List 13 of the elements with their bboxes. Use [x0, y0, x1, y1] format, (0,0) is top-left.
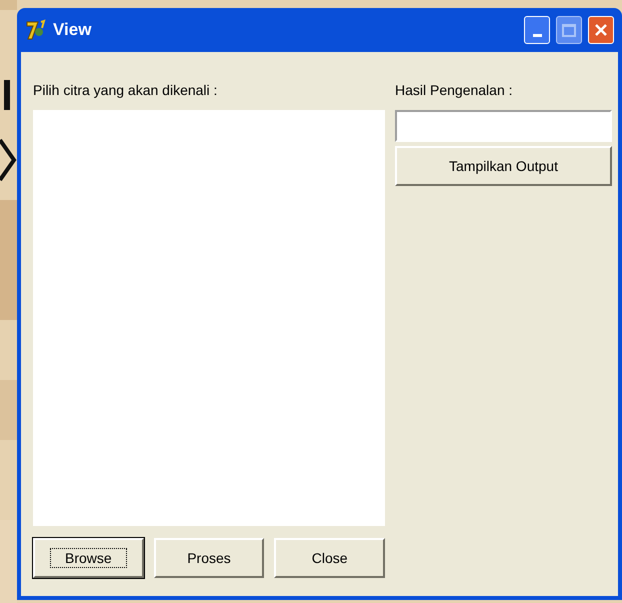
result-field[interactable]: [395, 110, 612, 142]
app-icon: [25, 19, 47, 41]
maximize-button[interactable]: [556, 16, 582, 44]
close-icon: [594, 23, 608, 37]
close-button[interactable]: [588, 16, 614, 44]
show-output-button[interactable]: Tampilkan Output: [395, 146, 612, 186]
select-image-label: Pilih citra yang akan dikenali :: [33, 81, 218, 100]
result-label: Hasil Pengenalan :: [395, 81, 514, 100]
minimize-button[interactable]: [524, 16, 550, 44]
window-title: View: [53, 19, 92, 42]
dialog-button[interactable]: Close: [274, 538, 386, 578]
dialog-button[interactable]: Browse: [33, 538, 144, 578]
dialog-button[interactable]: Proses: [154, 538, 264, 578]
